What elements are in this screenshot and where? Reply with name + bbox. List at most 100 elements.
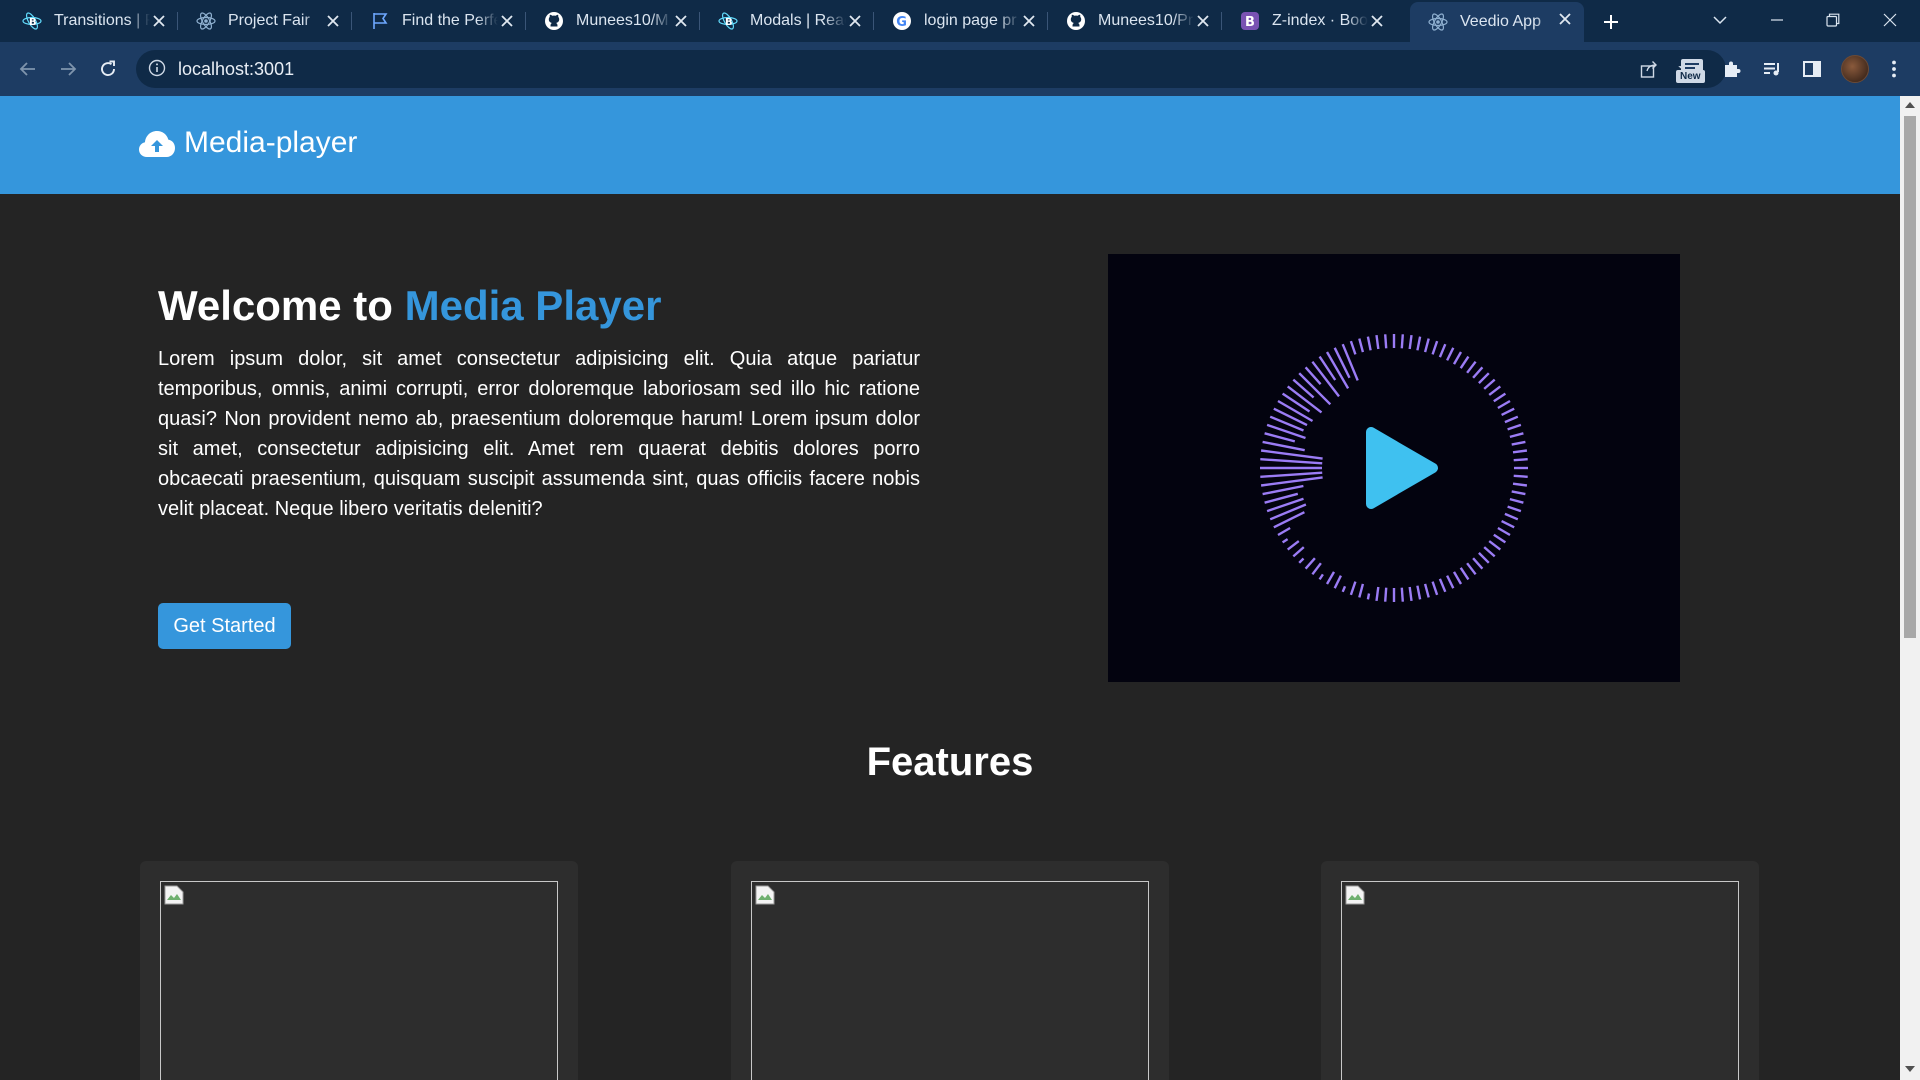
close-icon[interactable] [150, 12, 168, 30]
get-started-button[interactable]: Get Started [158, 603, 291, 649]
visualizer-bar [1511, 490, 1526, 496]
brand-link[interactable]: Media-player [138, 126, 357, 160]
tab-title: Find the Perfe [402, 12, 498, 29]
visualizer-bar [1504, 512, 1519, 521]
visualizer-bar [1466, 562, 1477, 576]
close-icon[interactable] [1020, 12, 1038, 30]
visualizer-bar [1501, 520, 1515, 529]
visualizer-bar [1281, 392, 1311, 413]
visualizer-bar [1384, 587, 1388, 602]
tab-transitions[interactable]: B Transitions | R [4, 4, 178, 38]
tab-find-the-perfect[interactable]: Find the Perfe [352, 4, 526, 38]
restore-button[interactable] [1817, 6, 1849, 34]
tab-title: Munees10/Pr [1098, 12, 1194, 29]
info-icon[interactable] [148, 59, 166, 82]
back-button[interactable] [14, 55, 42, 83]
close-window-button[interactable] [1874, 6, 1906, 34]
visualizer-bar [1438, 343, 1447, 358]
visualizer-bar [1478, 372, 1490, 384]
tab-project-fair[interactable]: Project Fair [178, 4, 352, 38]
plus-icon [1604, 15, 1618, 29]
visualizer-bar [1260, 449, 1323, 460]
tab-search-button[interactable] [1704, 6, 1736, 34]
react-icon [1428, 12, 1448, 32]
visualizer-bar [1273, 407, 1308, 427]
visualizer-bar [1466, 360, 1477, 374]
minimize-button[interactable] [1761, 6, 1793, 34]
visualizer-bar [1507, 505, 1522, 513]
visualizer-bar [1269, 503, 1307, 521]
share-icon[interactable] [1638, 58, 1660, 80]
minimize-icon [1771, 19, 1783, 21]
close-icon[interactable] [1556, 10, 1574, 28]
tab-title: Z-index · Boo [1272, 12, 1368, 29]
visualizer-bar [1446, 347, 1455, 361]
tab-veedio-app[interactable]: Veedio App [1410, 2, 1584, 42]
close-icon[interactable] [846, 12, 864, 30]
forward-button[interactable] [54, 55, 82, 83]
reload-button[interactable] [94, 55, 122, 83]
visualizer-bar [1304, 557, 1316, 570]
tab-munees10-m[interactable]: Munees10/M [526, 4, 700, 38]
audio-visualizer-graphic [1260, 334, 1528, 602]
hero-description: Lorem ipsum dolor, sit amet consectetur … [158, 348, 920, 520]
close-icon[interactable] [498, 12, 516, 30]
tab-login-page[interactable]: G login page pr [874, 4, 1048, 38]
scroll-down-icon[interactable] [1905, 1064, 1915, 1074]
visualizer-bar [1400, 587, 1404, 602]
app-navbar: Media-player [0, 96, 1900, 194]
visualizer-bar [1349, 340, 1357, 355]
close-icon[interactable] [672, 12, 690, 30]
media-queue-icon[interactable] [1758, 55, 1786, 83]
visualizer-bar [1483, 378, 1496, 390]
visualizer-bar [1512, 449, 1528, 454]
reload-icon [101, 60, 115, 76]
close-icon[interactable] [324, 12, 342, 30]
svg-text:B: B [725, 17, 733, 28]
visualizer-bar [1431, 340, 1439, 355]
visualizer-bar [1408, 334, 1413, 350]
browser-tab-strip: B Transitions | R Project Fair Find the … [0, 0, 1920, 42]
feature-image [1341, 881, 1739, 1080]
github-icon [1066, 11, 1086, 31]
tab-title: Munees10/M [576, 12, 669, 29]
visualizer-bar [1333, 575, 1342, 589]
new-badge: New [1676, 70, 1705, 83]
visualizer-bar [1488, 540, 1502, 551]
restore-icon [1826, 13, 1840, 27]
puzzle-icon[interactable] [1718, 55, 1746, 83]
scrollbar-thumb[interactable] [1904, 116, 1916, 638]
tab-munees10-pr[interactable]: Munees10/Pr [1048, 4, 1222, 38]
visualizer-bar [1277, 526, 1291, 537]
browser-toolbar: localhost:3001 [0, 42, 1920, 96]
side-panel-icon[interactable] [1798, 55, 1826, 83]
media-visualizer[interactable] [1108, 254, 1680, 682]
close-icon[interactable] [1368, 12, 1386, 30]
tab-modals-react[interactable]: B Modals | Reac [700, 4, 874, 38]
avatar[interactable] [1841, 55, 1869, 83]
tab-title: Project Fair [228, 12, 310, 29]
scroll-up-icon[interactable] [1905, 100, 1915, 110]
visualizer-bar [1318, 573, 1324, 581]
visualizer-bar [1375, 334, 1380, 350]
visualizer-bar [1509, 432, 1524, 439]
new-tab-button[interactable] [1597, 8, 1625, 36]
close-icon[interactable] [1194, 12, 1212, 30]
visualizer-bar [1375, 586, 1380, 602]
address-bar[interactable]: localhost:3001 [136, 50, 1726, 88]
bootstrap-icon: B [1240, 11, 1260, 31]
visualizer-bar [1416, 336, 1422, 351]
page-scrollbar[interactable] [1900, 96, 1920, 1080]
hero-title-accent: Media Player [404, 282, 662, 329]
tab-z-index-bootstrap[interactable]: B Z-index · Boo [1222, 4, 1396, 38]
close-icon [1883, 13, 1897, 27]
kebab-menu-icon[interactable] [1880, 55, 1908, 83]
visualizer-bar [1511, 440, 1526, 446]
visualizer-bar [1459, 567, 1470, 581]
visualizer-bar [1504, 415, 1519, 424]
visualizer-bar [1438, 578, 1447, 593]
visualizer-bar [1478, 552, 1490, 564]
chevron-down-icon [1713, 16, 1727, 25]
visualizer-bar [1497, 526, 1511, 537]
visualizer-bar [1483, 546, 1496, 558]
